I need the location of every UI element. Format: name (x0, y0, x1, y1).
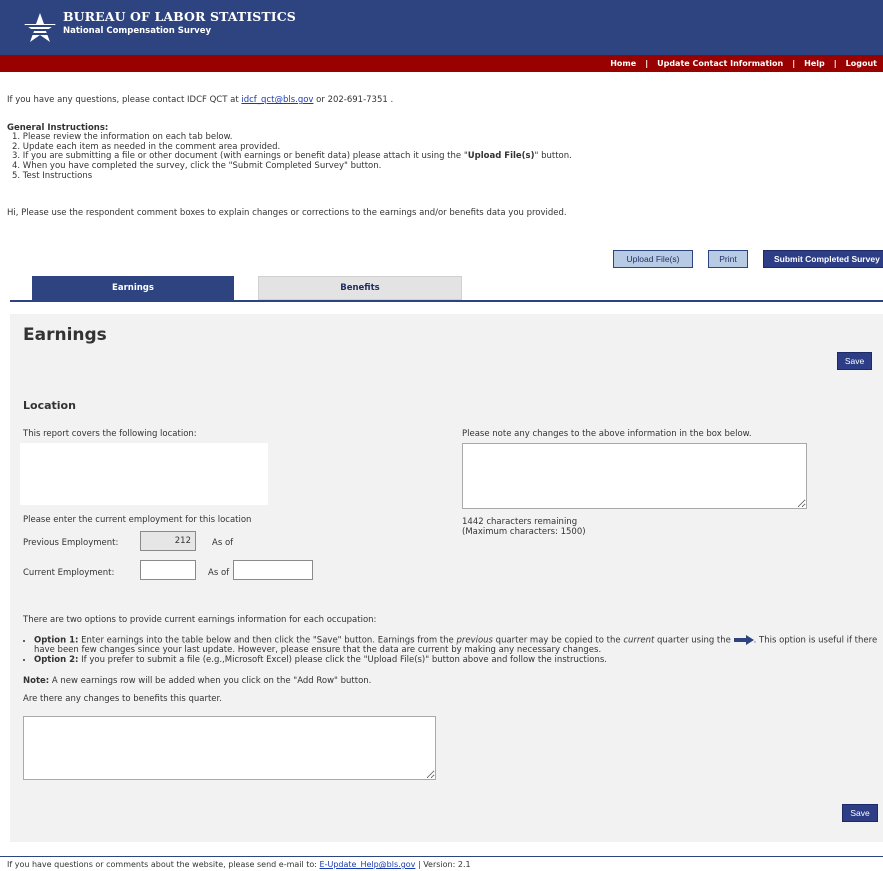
option-1-label: Option 1: (34, 635, 79, 646)
tab-underline (10, 300, 883, 302)
previous-employment-label: Previous Employment: (23, 538, 119, 548)
nav-separator: | (645, 59, 649, 68)
option-1-previous: previous (456, 635, 493, 646)
nav-separator: | (792, 59, 796, 68)
instruction-item-3-bold: Upload File(s) (467, 151, 535, 162)
submit-completed-survey-button[interactable]: Submit Completed Survey (763, 250, 883, 268)
respondent-message: Hi, Please use the respondent comment bo… (7, 208, 567, 218)
contact-email-link[interactable]: idcf_qct@bls.gov (241, 95, 313, 105)
option-1-item: Option 1: Enter earnings into the table … (34, 635, 879, 656)
footer-prefix: If you have questions or comments about … (7, 860, 317, 869)
nav-update-contact-link[interactable]: Update Contact Information (657, 59, 783, 68)
print-button[interactable]: Print (708, 250, 748, 268)
previous-employment-field (140, 531, 196, 551)
contact-prefix: If you have any questions, please contac… (7, 95, 239, 105)
contact-suffix: or 202-691-7351 . (316, 95, 394, 105)
benefits-changes-question: Are there any changes to benefits this q… (23, 694, 222, 704)
site-title: BUREAU OF LABOR STATISTICS (63, 9, 296, 24)
current-employment-input[interactable] (140, 560, 196, 580)
footer-version: | Version: 2.1 (417, 860, 471, 869)
footer: If you have questions or comments about … (7, 860, 471, 869)
nav-separator: | (833, 59, 837, 68)
instruction-item: 4. When you have completed the survey, c… (12, 161, 382, 172)
instruction-item-3-text: 3. If you are submitting a file or other… (12, 151, 468, 162)
instruction-item: 5. Test Instructions (12, 170, 93, 181)
contact-line: If you have any questions, please contac… (7, 95, 393, 105)
option-1-text-b: quarter may be copied to the (492, 635, 624, 646)
option-1-current: current (623, 635, 655, 646)
current-as-of-date-input[interactable] (233, 560, 313, 580)
option-2-item: Option 2: If you prefer to submit a file… (34, 654, 879, 666)
save-button-top[interactable]: Save (837, 352, 872, 370)
benefits-changes-textarea[interactable] (23, 716, 436, 780)
enter-employment-label: Please enter the current employment for … (23, 515, 252, 525)
earnings-heading: Earnings (23, 325, 107, 345)
location-heading: Location (23, 399, 76, 412)
tab-benefits[interactable]: Benefits (258, 276, 462, 300)
location-changes-textarea[interactable] (462, 443, 807, 509)
chars-remaining: 1442 characters remaining (462, 517, 578, 527)
footer-email-link[interactable]: E-Update_Help@bls.gov (320, 860, 416, 869)
two-options-intro: There are two options to provide current… (23, 615, 377, 625)
location-covers-label: This report covers the following locatio… (23, 429, 197, 439)
nav-logout-link[interactable]: Logout (846, 59, 877, 68)
previous-as-of-label: As of (212, 538, 234, 548)
save-button-bottom[interactable]: Save (842, 804, 878, 822)
note-label: Note: (23, 676, 50, 686)
max-chars: (Maximum characters: 1500) (462, 527, 586, 537)
current-employment-label: Current Employment: (23, 568, 115, 578)
option-1-text-c: quarter using the (654, 635, 734, 646)
top-nav: Home | Update Contact Information | Help… (610, 55, 877, 72)
location-changes-label: Please note any changes to the above inf… (462, 429, 752, 439)
options-list: Option 1: Enter earnings into the table … (30, 635, 879, 665)
location-info-box (20, 443, 268, 505)
option-2-label: Option 2: (34, 654, 79, 665)
nav-home-link[interactable]: Home (610, 59, 636, 68)
general-instructions-list: 1. Please review the information on each… (12, 132, 572, 182)
site-subtitle: National Compensation Survey (63, 26, 211, 36)
copy-arrow-icon (733, 635, 754, 645)
note-text: A new earnings row will be added when yo… (49, 676, 372, 686)
note-line: Note: A new earnings row will be added w… (23, 676, 371, 686)
current-as-of-label: As of (208, 568, 230, 578)
bls-star-logo-icon (24, 13, 56, 42)
option-2-text: If you prefer to submit a file (e.g.,Mic… (78, 654, 607, 665)
tab-earnings[interactable]: Earnings (32, 276, 234, 300)
footer-divider (0, 856, 883, 857)
nav-help-link[interactable]: Help (804, 59, 825, 68)
instruction-item-3-end: " button. (534, 151, 572, 162)
upload-files-button[interactable]: Upload File(s) (613, 250, 693, 268)
option-1-text-a: Enter earnings into the table below and … (78, 635, 457, 646)
